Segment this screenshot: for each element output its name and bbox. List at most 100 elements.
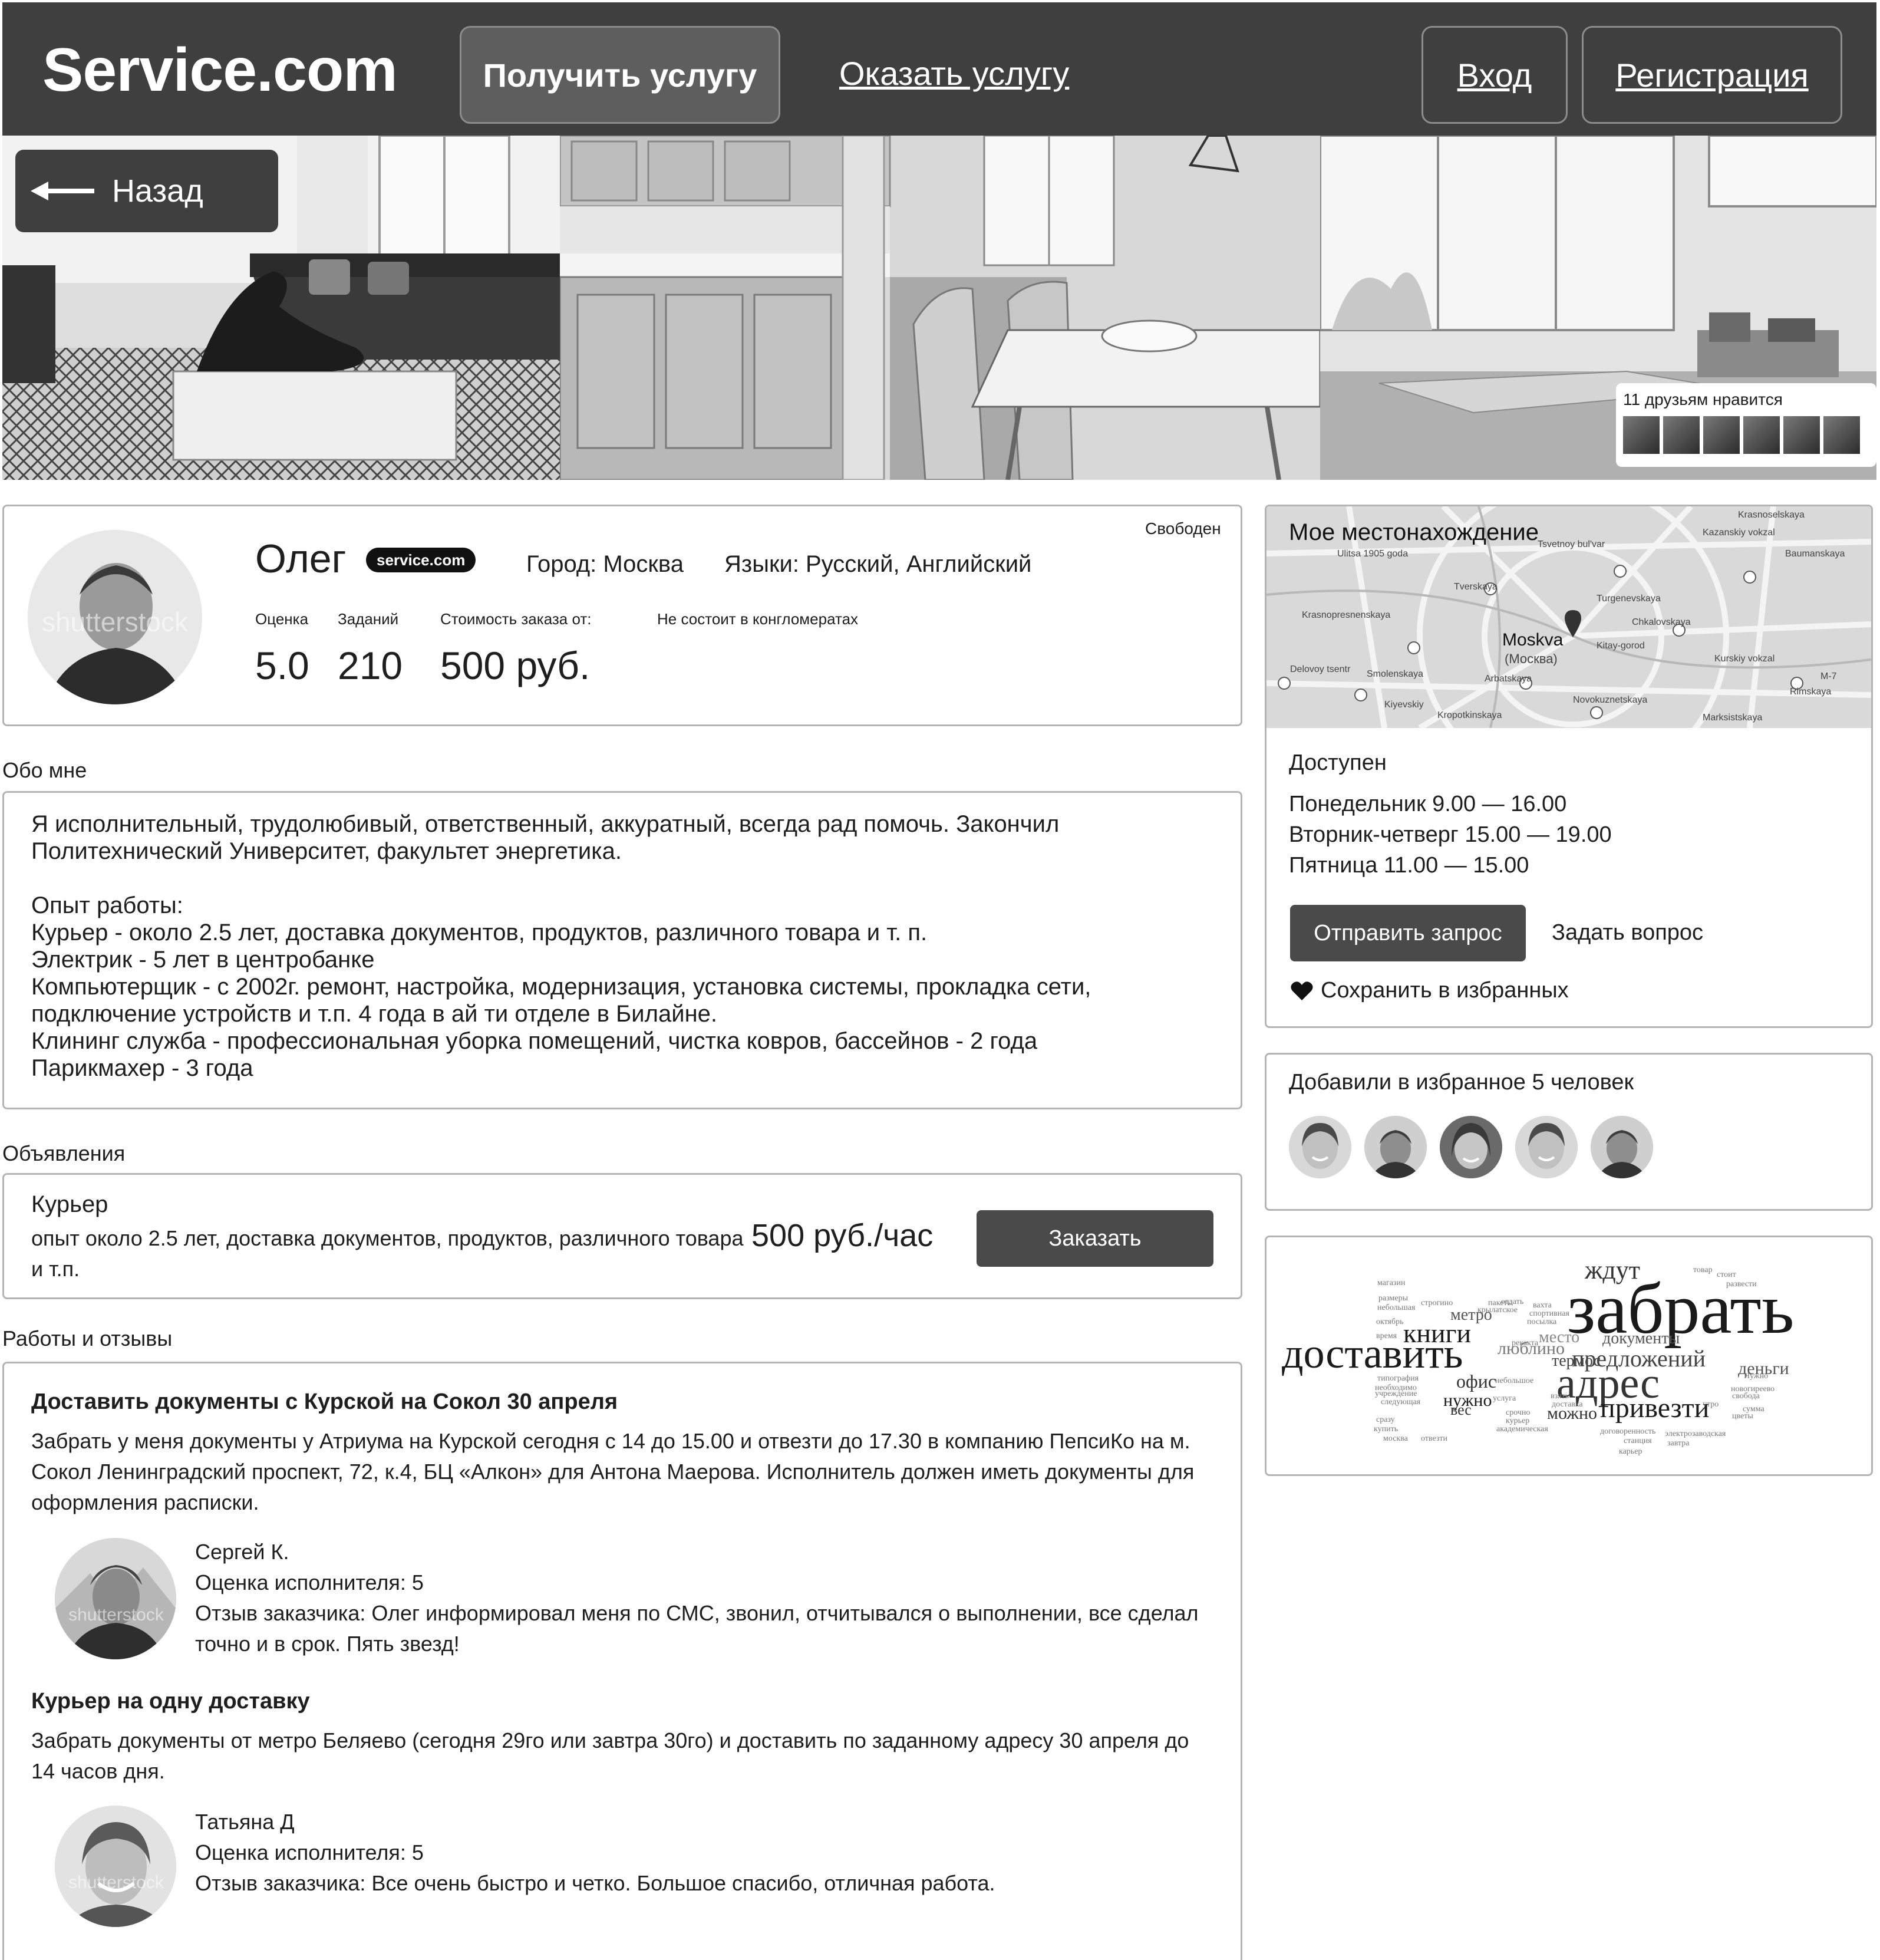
- reviews-heading: Работы и отзывы: [2, 1326, 173, 1350]
- offer-service-link[interactable]: Оказать услугу: [839, 54, 1069, 93]
- cloud-word-small: развести: [1726, 1280, 1757, 1289]
- cloud-word-small: стоит: [1717, 1270, 1736, 1279]
- order-button[interactable]: Заказать: [977, 1210, 1213, 1267]
- cloud-word-small: строгино: [1421, 1299, 1453, 1307]
- map-street-label: Krasnopresnenskaya: [1302, 610, 1391, 620]
- map-street-label: Kitay-gorod: [1597, 641, 1645, 651]
- about-card: Я исполнительный, трудолюбивый, ответств…: [2, 791, 1242, 1109]
- watermark-text: shutterstock: [68, 1605, 164, 1625]
- friends-like-widget[interactable]: 11 друзьям нравится: [1616, 383, 1876, 467]
- cloud-word: место: [1539, 1328, 1580, 1346]
- cloud-word-small: небольшая: [1377, 1303, 1416, 1312]
- friend-avatar[interactable]: [1823, 416, 1860, 454]
- map-street-label: Rimskaya: [1790, 687, 1832, 697]
- map-street-label: Tsvetnoy bul'var: [1538, 539, 1605, 549]
- cloud-word-small: пакеты: [1488, 1299, 1513, 1307]
- review-title[interactable]: Доставить документы с Курской на Сокол 3…: [31, 1389, 618, 1415]
- cloud-word: ждут: [1585, 1256, 1641, 1284]
- cloud-word: привезти: [1600, 1392, 1710, 1424]
- map-street-label: Arbatskaya: [1485, 674, 1532, 684]
- price-label: Стоимость заказа от:: [440, 610, 592, 628]
- fav-user-avatar[interactable]: [1591, 1116, 1653, 1178]
- map-street-label: Tverskaya: [1454, 582, 1498, 592]
- fav-user-avatar[interactable]: [1289, 1116, 1351, 1178]
- favorites-avatars: [1289, 1116, 1653, 1178]
- map-street-label: Kurskiy vokzal: [1714, 654, 1775, 664]
- profile-city: Город: Москва: [526, 551, 684, 577]
- friends-like-label: 11 друзьям нравится: [1623, 390, 1783, 409]
- reviews-card: Доставить документы с Курской на Сокол 3…: [2, 1362, 1242, 1960]
- fav-user-avatar[interactable]: [1440, 1116, 1502, 1178]
- map-city-local-label: (Москва): [1505, 651, 1558, 666]
- map-street-label: Kropotkinskaya: [1437, 710, 1502, 720]
- cloud-word-small: утро: [1703, 1400, 1719, 1409]
- get-service-button[interactable]: Получить услугу: [460, 26, 780, 124]
- cloud-word-small: типография: [1377, 1374, 1419, 1383]
- watermark-text: shutterstock: [42, 607, 189, 637]
- reviewer-feedback: Отзыв заказчика: Все очень быстро и четк…: [195, 1871, 995, 1895]
- map-street-label: Kiyevskiy: [1384, 700, 1424, 710]
- word-cloud: забрать доставить адрес привезти книги п…: [1266, 1237, 1871, 1474]
- location-map[interactable]: Мое местонахождение Moskva (Москва) Tver…: [1266, 506, 1871, 728]
- ask-question-link[interactable]: Задать вопрос: [1552, 920, 1703, 946]
- map-street-label: Delovoy tsentr: [1290, 664, 1351, 674]
- cloud-word-small: размеры: [1378, 1294, 1409, 1303]
- ad-card: Курьер опыт около 2.5 лет, доставка доку…: [2, 1173, 1242, 1299]
- fav-user-avatar[interactable]: [1364, 1116, 1427, 1178]
- tasks-label: Заданий: [338, 610, 399, 628]
- reviewer-avatar[interactable]: shutterstock: [55, 1806, 176, 1927]
- heart-icon: [1291, 981, 1313, 1000]
- ads-heading: Объявления: [2, 1141, 126, 1165]
- send-request-button[interactable]: Отправить запрос: [1290, 905, 1526, 961]
- brand-badge: service.com: [366, 548, 476, 572]
- review-title[interactable]: Курьер на одну доставку: [31, 1689, 310, 1714]
- profile-card: shutterstock Олег service.com Город: Мос…: [2, 505, 1242, 726]
- rating-value: 5.0: [255, 644, 309, 687]
- register-button[interactable]: Регистрация: [1582, 26, 1842, 124]
- availability-status: Свободен: [1145, 519, 1221, 538]
- cloud-word-small: товар: [1693, 1266, 1713, 1274]
- cloud-word-small: отвезти: [1421, 1434, 1447, 1443]
- cloud-word-small: рекакта: [1512, 1339, 1539, 1348]
- friend-avatar[interactable]: [1783, 416, 1820, 454]
- arrow-left-icon: [31, 182, 94, 200]
- save-favorite-label: Сохранить в избранных: [1321, 978, 1569, 1003]
- schedule-row: Пятница 11.00 — 15.00: [1289, 853, 1529, 878]
- reviewer-feedback: Отзыв заказчика: Олег информировал меня …: [195, 1601, 1199, 1656]
- cloud-word-small: спортивная: [1529, 1309, 1569, 1318]
- map-street-label: Ulitsa 1905 goda: [1337, 549, 1409, 559]
- favorites-title: Добавили в избранное 5 человек: [1289, 1070, 1634, 1095]
- login-button[interactable]: Вход: [1421, 26, 1568, 124]
- cloud-word: офис: [1456, 1371, 1497, 1392]
- cloud-word-small: время: [1376, 1332, 1397, 1340]
- friend-avatar[interactable]: [1623, 416, 1660, 454]
- profile-avatar: shutterstock: [28, 530, 202, 704]
- cloud-word-small: академическая: [1496, 1425, 1548, 1434]
- cloud-word-small: доставка: [1552, 1400, 1583, 1409]
- fav-user-avatar[interactable]: [1515, 1116, 1578, 1178]
- cloud-word-small: посылка: [1527, 1317, 1557, 1326]
- cloud-word-small: договоренность: [1600, 1427, 1656, 1436]
- cloud-word-small: октябрь: [1376, 1317, 1404, 1326]
- reviewer-avatar[interactable]: shutterstock: [55, 1538, 176, 1659]
- cloud-word-small: необходимо: [1375, 1383, 1417, 1392]
- friend-avatar[interactable]: [1663, 416, 1700, 454]
- favorites-card: Добавили в избранное 5 человек: [1265, 1053, 1873, 1211]
- cloud-word-small: следующая: [1381, 1398, 1421, 1406]
- cloud-word-small: Нужно: [1744, 1372, 1769, 1381]
- cloud-word-small: цветы: [1732, 1412, 1753, 1421]
- site-logo[interactable]: Service.com: [42, 35, 398, 106]
- cloud-word-small: завтра: [1667, 1439, 1690, 1448]
- conglomerate-note: Не состоит в конгломератах: [657, 610, 859, 628]
- profile-languages: Языки: Русский, Английский: [724, 551, 1032, 577]
- save-favorite-button[interactable]: Сохранить в избранных: [1290, 978, 1569, 1003]
- friend-avatar[interactable]: [1743, 416, 1780, 454]
- cloud-word-small: срочно: [1506, 1408, 1531, 1417]
- schedule-row: Понедельник 9.00 — 16.00: [1289, 792, 1567, 816]
- back-button[interactable]: Назад: [15, 150, 278, 232]
- reviewer-rating: Оценка исполнителя: 5: [195, 1570, 424, 1595]
- about-text: Я исполнительный, трудолюбивый, ответств…: [31, 811, 1091, 1081]
- hero-photo-living-room: Назад: [2, 136, 560, 480]
- friend-thumbnails: [1623, 416, 1860, 454]
- friend-avatar[interactable]: [1703, 416, 1740, 454]
